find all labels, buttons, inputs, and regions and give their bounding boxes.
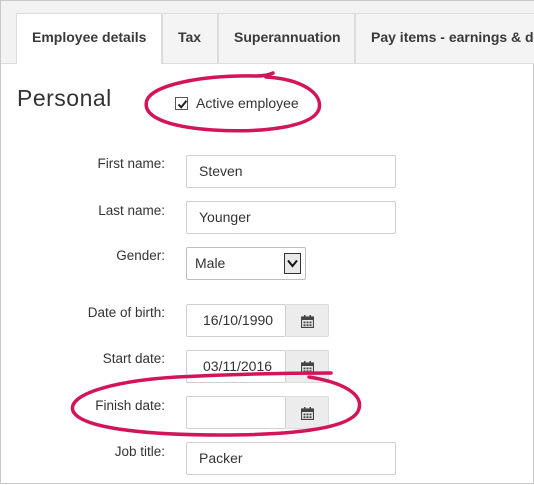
- calendar-icon: [301, 315, 314, 328]
- tab-label: Tax: [178, 29, 202, 45]
- start-date-input[interactable]: 03/11/2016: [186, 350, 286, 383]
- first-name-input[interactable]: Steven: [186, 155, 396, 188]
- tab-pay-items[interactable]: Pay items - earnings & deductions: [355, 13, 534, 63]
- finish-date-calendar-button[interactable]: [286, 396, 329, 429]
- gender-value: Male: [195, 255, 226, 271]
- tab-employee-details[interactable]: Employee details: [16, 13, 162, 64]
- date-of-birth-label: Date of birth:: [87, 305, 165, 320]
- last-name-label: Last name:: [98, 203, 165, 218]
- gender-label: Gender:: [116, 248, 165, 263]
- date-of-birth-input[interactable]: 16/10/1990: [186, 304, 286, 337]
- last-name-input[interactable]: Younger: [186, 201, 396, 234]
- first-name-label: First name:: [97, 156, 165, 171]
- tab-superannuation[interactable]: Superannuation: [218, 13, 355, 63]
- calendar-icon: [301, 361, 314, 374]
- tab-label: Employee details: [32, 29, 147, 45]
- active-employee-label: Active employee: [196, 95, 299, 111]
- tab-bar: Employee details Tax Superannuation Pay …: [1, 1, 534, 64]
- finish-date-label: Finish date:: [95, 398, 165, 413]
- start-date-calendar-button[interactable]: [286, 350, 329, 383]
- date-of-birth-calendar-button[interactable]: [286, 304, 329, 337]
- job-title-label: Job title:: [114, 444, 165, 459]
- calendar-icon: [301, 407, 314, 420]
- start-date-label: Start date:: [102, 351, 165, 366]
- job-title-input[interactable]: Packer: [186, 442, 396, 475]
- section-title: Personal: [17, 85, 112, 111]
- finish-date-input[interactable]: [186, 396, 286, 429]
- tab-tax[interactable]: Tax: [162, 13, 218, 63]
- tab-label: Pay items - earnings & deductions: [371, 29, 534, 45]
- gender-select[interactable]: Male: [186, 247, 306, 280]
- chevron-down-icon: [287, 259, 298, 268]
- checkmark-icon: [177, 99, 188, 109]
- active-employee-checkbox[interactable]: Active employee: [175, 93, 299, 113]
- tab-label: Superannuation: [234, 29, 341, 45]
- select-arrow-button[interactable]: [284, 253, 301, 274]
- checkbox[interactable]: [175, 96, 188, 110]
